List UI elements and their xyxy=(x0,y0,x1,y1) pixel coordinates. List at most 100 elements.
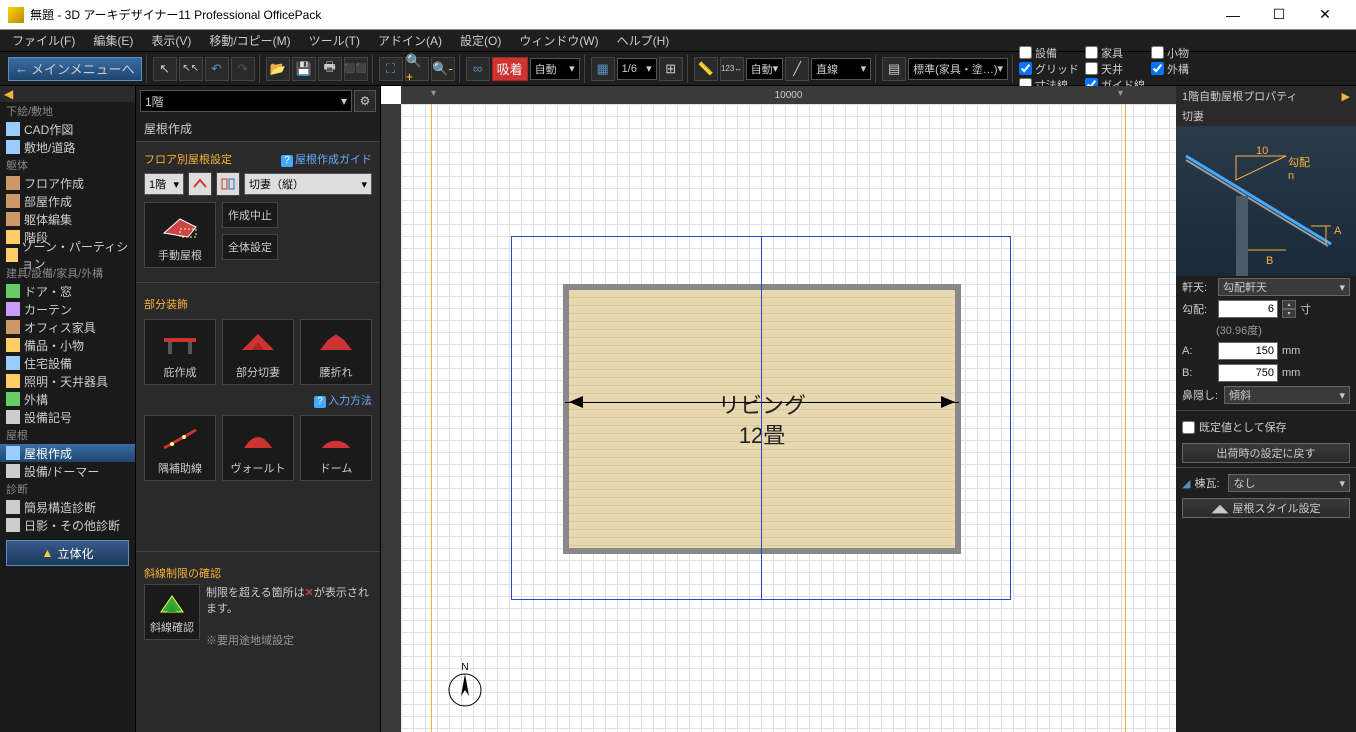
check-天井[interactable]: 天井 xyxy=(1085,61,1145,77)
menu-移動/コピー(M)[interactable]: 移動/コピー(M) xyxy=(201,30,298,51)
nose-select[interactable]: 傾斜▾ xyxy=(1224,386,1350,404)
maximize-button[interactable]: ☐ xyxy=(1256,0,1302,30)
minimize-button[interactable]: — xyxy=(1210,0,1256,30)
check-設備[interactable]: 設備 xyxy=(1019,45,1079,61)
check-グリッド[interactable]: グリッド xyxy=(1019,61,1079,77)
snap-auto-select[interactable]: 自動▾ xyxy=(530,58,580,80)
sidebar-item-struct[interactable]: 簡易構造診断 xyxy=(0,498,135,516)
open-icon[interactable]: 📂 xyxy=(266,57,290,81)
sidebar-item-equip[interactable]: 備品・小物 xyxy=(0,336,135,354)
zoom-out-icon[interactable]: 🔍- xyxy=(431,57,455,81)
grid-frac-select[interactable]: 1/6▾ xyxy=(617,58,657,80)
snap-button[interactable]: 吸着 xyxy=(492,57,528,81)
roof-shape2-icon[interactable] xyxy=(216,172,240,196)
input-method-link[interactable]: 入力方法 xyxy=(314,392,372,408)
sidebar-item-sym[interactable]: 設備記号 xyxy=(0,408,135,426)
ribbon-ヴォールト[interactable]: ヴォールト xyxy=(222,415,294,481)
sidebar-item-curtain[interactable]: カーテン xyxy=(0,300,135,318)
close-button[interactable]: ✕ xyxy=(1302,0,1348,30)
save-icon[interactable]: 💾 xyxy=(292,57,316,81)
cursor-tool-icon[interactable]: ↖ xyxy=(153,57,177,81)
sidebar-item-light[interactable]: 照明・天井器具 xyxy=(0,372,135,390)
ruler-marker-icon[interactable]: ▾ xyxy=(1118,88,1126,100)
sidebar-item-ext[interactable]: 外構 xyxy=(0,390,135,408)
sidebar-item-shadow[interactable]: 日影・その他診断 xyxy=(0,516,135,534)
check-小物[interactable]: 小物 xyxy=(1151,45,1189,61)
zoom-in-icon[interactable]: 🔍+ xyxy=(405,57,429,81)
roof-guide-link[interactable]: 屋根作成ガイド xyxy=(281,151,372,167)
sidebar-item-roof[interactable]: 屋根作成 xyxy=(0,444,135,462)
canvas-area[interactable]: ▾ 10000 ▾ リビング 12畳 N xyxy=(381,86,1176,732)
grid-config-icon[interactable]: ⊞ xyxy=(659,57,683,81)
slope-spinner[interactable]: ▴▾ xyxy=(1282,300,1296,318)
menu-ファイル(F)[interactable]: ファイル(F) xyxy=(4,30,83,51)
ribbon-庇作成[interactable]: 庇作成 xyxy=(144,319,216,385)
sidebar-item-zone[interactable]: ゾーン・パーティション xyxy=(0,246,135,264)
roof-style-button[interactable]: ◢◣屋根スタイル設定 xyxy=(1182,498,1350,518)
redo-icon[interactable]: ↷ xyxy=(231,57,255,81)
ribbon-部分切妻[interactable]: 部分切妻 xyxy=(222,319,294,385)
slope-input[interactable] xyxy=(1218,300,1278,318)
ruler-icon[interactable]: 📏 xyxy=(694,57,718,81)
reset-button[interactable]: 出荷時の設定に戻す xyxy=(1182,443,1350,463)
ribbon-隅補助線[interactable]: 隅補助線 xyxy=(144,415,216,481)
layer-icon[interactable]: ▤ xyxy=(882,57,906,81)
sidebar-item-body[interactable]: 躯体編集 xyxy=(0,210,135,228)
manual-roof-button[interactable]: 手動屋根 xyxy=(144,202,216,268)
undo-icon[interactable]: ↶ xyxy=(205,57,229,81)
print-icon[interactable]: 🖶 xyxy=(318,57,342,81)
sidebar-item-office[interactable]: オフィス家具 xyxy=(0,318,135,336)
sidebar-collapse[interactable]: ◀ xyxy=(0,86,135,102)
menu-ツール(T)[interactable]: ツール(T) xyxy=(301,30,368,51)
roof-type-select[interactable]: 切妻（縦）▾ xyxy=(244,173,372,195)
menu-設定(O)[interactable]: 設定(O) xyxy=(452,30,509,51)
check-家具[interactable]: 家具 xyxy=(1085,45,1145,61)
sidebar-item-house[interactable]: 住宅設備 xyxy=(0,354,135,372)
sidebar-item-dormer[interactable]: 設備/ドーマー xyxy=(0,462,135,480)
menu-編集(E)[interactable]: 編集(E) xyxy=(85,30,141,51)
sidebar-item-room[interactable]: 部屋作成 xyxy=(0,192,135,210)
ribbon-ドーム[interactable]: ドーム xyxy=(300,415,372,481)
overall-settings-button[interactable]: 全体設定 xyxy=(222,234,278,260)
grid-icon[interactable]: ▦ xyxy=(591,57,615,81)
multi-cursor-icon[interactable]: ↖↖ xyxy=(179,57,203,81)
roof-shape1-icon[interactable] xyxy=(188,172,212,196)
sidebar-item-site[interactable]: 敷地/道路 xyxy=(0,138,135,156)
sec1-floor-select[interactable]: 1階▾ xyxy=(144,173,184,195)
slant-check-button[interactable]: 斜線確認 xyxy=(144,584,200,640)
sidebar-item-floor[interactable]: フロア作成 xyxy=(0,174,135,192)
layer-select[interactable]: 標準(家具・塗…)▾ xyxy=(908,58,1008,80)
ridge-select[interactable]: なし▾ xyxy=(1228,474,1350,492)
menu-ヘルプ(H)[interactable]: ヘルプ(H) xyxy=(609,30,678,51)
ribbon-腰折れ[interactable]: 腰折れ xyxy=(300,319,372,385)
eave-select[interactable]: 勾配軒天▾ xyxy=(1218,278,1350,296)
sidebar-category: 下絵/敷地 xyxy=(0,102,135,120)
app-button-icon[interactable]: ⬛⬛ xyxy=(344,57,368,81)
fit-icon[interactable]: ⛶ xyxy=(379,57,403,81)
prop-title: 1階自動屋根プロパティ xyxy=(1182,88,1297,104)
line-icon[interactable]: ╱ xyxy=(785,57,809,81)
b-input[interactable] xyxy=(1218,364,1278,382)
canvas[interactable]: リビング 12畳 N xyxy=(401,104,1176,732)
cancel-creation-button[interactable]: 作成中止 xyxy=(222,202,278,228)
room-rect[interactable]: リビング 12畳 xyxy=(563,284,961,554)
room-size: 12畳 xyxy=(739,418,785,450)
dim-auto-select[interactable]: 自動▾ xyxy=(746,58,784,80)
menu-表示(V)[interactable]: 表示(V) xyxy=(143,30,199,51)
sidebar-item-door[interactable]: ドア・窓 xyxy=(0,282,135,300)
check-外構[interactable]: 外構 xyxy=(1151,61,1189,77)
infinity-icon[interactable]: ∞ xyxy=(466,57,490,81)
sidebar-item-cad[interactable]: CAD作図 xyxy=(0,120,135,138)
line-style-select[interactable]: 直線▾ xyxy=(811,58,871,80)
3d-view-button[interactable]: ▲立体化 xyxy=(6,540,129,566)
menu-アドイン(A)[interactable]: アドイン(A) xyxy=(370,30,450,51)
floor-select[interactable]: 1階▾ xyxy=(140,90,352,112)
ruler-marker-icon[interactable]: ▾ xyxy=(431,88,439,100)
dimension-icon[interactable]: 123↔ xyxy=(720,57,744,81)
menu-ウィンドウ(W)[interactable]: ウィンドウ(W) xyxy=(511,30,606,51)
a-input[interactable] xyxy=(1218,342,1278,360)
floor-settings-icon[interactable]: ⚙ xyxy=(354,90,376,112)
main-menu-button[interactable]: ←メインメニューへ xyxy=(8,57,142,81)
prop-collapse-icon[interactable]: ▶ xyxy=(1342,90,1350,103)
save-default-checkbox[interactable] xyxy=(1182,421,1195,434)
